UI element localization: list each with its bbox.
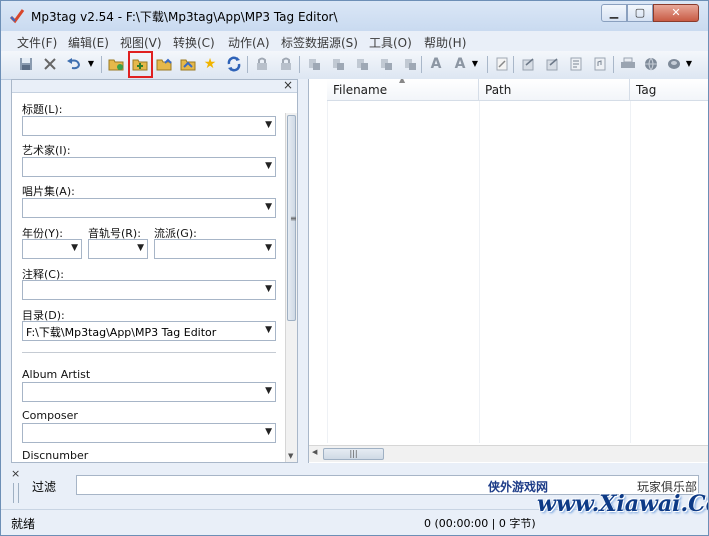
sort-caret-icon: ▲ bbox=[399, 79, 406, 84]
title-label: 标题(L): bbox=[22, 103, 63, 116]
track-field[interactable]: ▼ bbox=[88, 239, 148, 259]
tag-source-5-icon[interactable] bbox=[401, 55, 419, 73]
grip-icon: ≡ bbox=[290, 214, 297, 223]
change-directory-icon[interactable] bbox=[107, 55, 125, 73]
lock-icon-2[interactable] bbox=[277, 55, 295, 73]
annotation-highlight-box bbox=[128, 51, 153, 78]
favorite-star-icon[interactable]: ★ bbox=[201, 55, 219, 73]
artist-label: 艺术家(I): bbox=[22, 144, 71, 157]
menu-tag-sources[interactable]: 标签数据源(S) bbox=[281, 34, 358, 51]
column-header-tag[interactable]: Tag bbox=[630, 79, 708, 101]
album-artist-field[interactable]: ▼ bbox=[22, 382, 276, 402]
dropdown-icon[interactable]: ▼ bbox=[85, 55, 97, 73]
scroll-down-icon[interactable]: ▼ bbox=[288, 452, 293, 460]
mp3tag-logo-icon bbox=[9, 9, 25, 24]
menu-tools[interactable]: 工具(O) bbox=[369, 34, 412, 51]
album-artist-label: Album Artist bbox=[22, 368, 91, 381]
file-list-hscrollbar[interactable]: ◀ ||| bbox=[309, 445, 708, 462]
chevron-down-icon[interactable]: ▼ bbox=[137, 243, 144, 253]
app-window: Mp3tag v2.54 - F:\下载\Mp3tag\App\MP3 Tag … bbox=[0, 0, 709, 536]
menu-help[interactable]: 帮助(H) bbox=[424, 34, 466, 51]
menu-convert[interactable]: 转换(C) bbox=[173, 34, 215, 51]
composer-label: Composer bbox=[22, 409, 78, 422]
tag-panel: × 标题(L): ▼ 艺术家(I): ▼ 唱片集(A): ▼ 年份(Y): ▼ … bbox=[11, 79, 298, 463]
dropdown-icon-3[interactable]: ▼ bbox=[683, 55, 695, 73]
lock-icon[interactable] bbox=[253, 55, 271, 73]
menu-actions[interactable]: 动作(A) bbox=[228, 34, 270, 51]
undo-icon[interactable] bbox=[65, 55, 83, 73]
album-label: 唱片集(A): bbox=[22, 185, 75, 198]
chevron-down-icon[interactable]: ▼ bbox=[265, 243, 272, 253]
title-bar: Mp3tag v2.54 - F:\下载\Mp3tag\App\MP3 Tag … bbox=[1, 1, 708, 31]
export-1-icon[interactable] bbox=[519, 55, 537, 73]
print-icon[interactable] bbox=[619, 55, 637, 73]
filter-label: 过滤 bbox=[32, 480, 57, 494]
tag-source-4-icon[interactable] bbox=[377, 55, 395, 73]
folder-open-icon[interactable] bbox=[155, 55, 173, 73]
chevron-down-icon[interactable]: ▼ bbox=[265, 120, 272, 130]
tag-panel-header: × bbox=[12, 80, 297, 93]
close-button[interactable]: ✕ bbox=[653, 4, 699, 22]
artist-field[interactable]: ▼ bbox=[22, 157, 276, 177]
chevron-down-icon[interactable]: ▼ bbox=[265, 161, 272, 171]
tag-source-3-icon[interactable] bbox=[353, 55, 371, 73]
menu-file[interactable]: 文件(F) bbox=[17, 34, 57, 51]
scrollbar-thumb[interactable]: ≡ bbox=[287, 115, 297, 321]
hscroll-thumb[interactable]: ||| bbox=[323, 448, 384, 460]
save-icon[interactable] bbox=[17, 55, 35, 73]
composer-field[interactable]: ▼ bbox=[22, 423, 276, 443]
disk-icon[interactable] bbox=[665, 55, 683, 73]
dropdown-icon-2[interactable]: ▼ bbox=[469, 55, 481, 73]
menu-edit[interactable]: 编辑(E) bbox=[68, 34, 109, 51]
export-2-icon[interactable] bbox=[543, 55, 561, 73]
text-case-2-icon[interactable]: A bbox=[451, 55, 469, 73]
column-header-filename[interactable]: Filename ▲ bbox=[327, 79, 479, 101]
minimize-button[interactable]: ▁ bbox=[601, 4, 627, 22]
toolbar: ▼ ★ A A ▼ ▼ bbox=[1, 51, 708, 80]
edit-icon[interactable] bbox=[493, 55, 511, 73]
chevron-down-icon[interactable]: ▼ bbox=[71, 243, 78, 253]
chevron-down-icon[interactable]: ▼ bbox=[265, 325, 272, 335]
year-field[interactable]: ▼ bbox=[22, 239, 82, 259]
pane-splitter[interactable] bbox=[298, 79, 308, 463]
discnumber-label: Discnumber bbox=[22, 449, 89, 462]
folder-favorite-icon[interactable] bbox=[179, 55, 197, 73]
chevron-down-icon[interactable]: ▼ bbox=[265, 202, 272, 212]
album-field[interactable]: ▼ bbox=[22, 198, 276, 218]
title-field[interactable]: ▼ bbox=[22, 116, 276, 136]
menu-bar: 文件(F) 编辑(E) 视图(V) 转换(C) 动作(A) 标签数据源(S) 工… bbox=[1, 31, 708, 51]
filter-close-icon[interactable]: × bbox=[11, 467, 20, 480]
menu-view[interactable]: 视图(V) bbox=[120, 34, 162, 51]
panel-close-icon[interactable]: × bbox=[283, 80, 293, 92]
export-3-icon[interactable] bbox=[567, 55, 585, 73]
status-counts: 0 (00:00:00 | 0 字节) bbox=[424, 517, 536, 530]
tag-panel-scrollbar[interactable]: ≡ ▼ bbox=[285, 113, 297, 462]
directory-field[interactable]: F:\下载\Mp3tag\App\MP3 Tag Editor ▼ bbox=[22, 321, 276, 341]
maximize-button[interactable]: ▢ bbox=[627, 4, 653, 22]
web-icon[interactable] bbox=[642, 55, 660, 73]
export-4-icon[interactable] bbox=[591, 55, 609, 73]
grip-icon bbox=[13, 483, 19, 503]
tag-source-2-icon[interactable] bbox=[329, 55, 347, 73]
comment-field[interactable]: ▼ bbox=[22, 280, 276, 300]
column-header-path[interactable]: Path bbox=[479, 79, 630, 101]
window-title: Mp3tag v2.54 - F:\下载\Mp3tag\App\MP3 Tag … bbox=[31, 10, 338, 24]
file-list[interactable]: Filename ▲ Path Tag ◀ ||| bbox=[308, 79, 708, 463]
refresh-icon[interactable] bbox=[225, 55, 243, 73]
status-text: 就绪 bbox=[11, 517, 36, 531]
chevron-down-icon[interactable]: ▼ bbox=[265, 284, 272, 294]
delete-icon[interactable] bbox=[41, 55, 59, 73]
tag-source-1-icon[interactable] bbox=[305, 55, 323, 73]
chevron-down-icon[interactable]: ▼ bbox=[265, 427, 272, 437]
text-case-1-icon[interactable]: A bbox=[427, 55, 445, 73]
panel-divider bbox=[22, 352, 276, 353]
chevron-down-icon[interactable]: ▼ bbox=[265, 386, 272, 396]
watermark-logo: www.Xiawai.Com bbox=[537, 491, 708, 517]
genre-field[interactable]: ▼ bbox=[154, 239, 276, 259]
scroll-left-icon[interactable]: ◀ bbox=[312, 448, 317, 456]
